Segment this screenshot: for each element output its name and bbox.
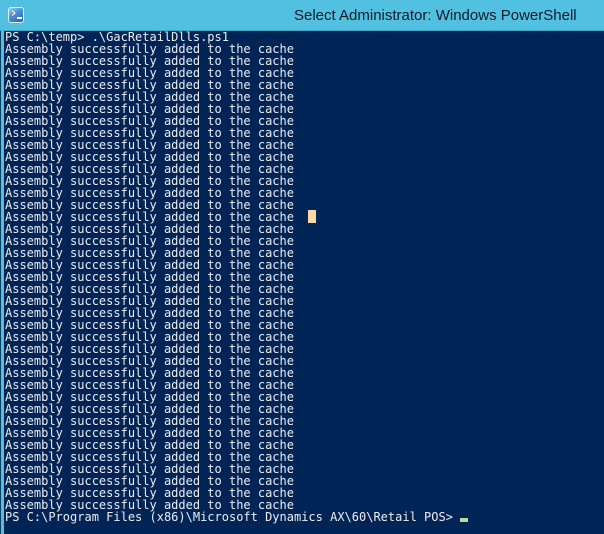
text-cursor (460, 518, 468, 522)
titlebar[interactable]: Select Administrator: Windows PowerShell (0, 0, 604, 31)
window-title: Select Administrator: Windows PowerShell (294, 0, 577, 31)
prompt-line: PS C:\Program Files (x86)\Microsoft Dyna… (4, 511, 604, 523)
selection-block (308, 210, 316, 223)
console-text: PS C:\Program Files (x86)\Microsoft Dyna… (5, 510, 460, 524)
powershell-icon[interactable] (8, 7, 24, 23)
powershell-window: Select Administrator: Windows PowerShell… (0, 0, 604, 534)
console[interactable]: PS C:\temp> .\GacRetailDlls.ps1Assembly … (4, 31, 604, 534)
